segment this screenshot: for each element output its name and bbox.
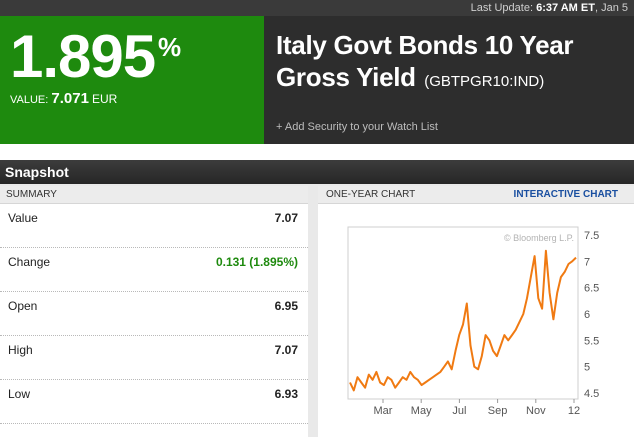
summary-row-change: Change 0.131 (1.895%) — [0, 248, 308, 292]
spacer — [0, 144, 634, 160]
security-title-line2: Gross Yield (GBTPGR10:IND) — [276, 62, 544, 93]
summary-row-high: High 7.07 — [0, 336, 308, 380]
summary-row-value-text: 0.131 (1.895%) — [215, 255, 298, 269]
y-tick-label: 7.5 — [584, 230, 599, 242]
summary-row-value: Value 7.07 — [0, 204, 308, 248]
summary-row-label: Low — [8, 387, 31, 401]
x-tick-label: May — [411, 405, 432, 417]
security-title-box: Italy Govt Bonds 10 Year Gross Yield (GB… — [264, 16, 634, 144]
security-ticker: (GBTPGR10:IND) — [424, 73, 545, 90]
summary-row-value-text: 6.93 — [274, 387, 298, 401]
summary-row-value-text: 6.95 — [274, 299, 298, 313]
summary-panel: SUMMARY Value 7.07 Change 0.131 (1.895%)… — [0, 186, 308, 437]
last-update-date: , Jan 5 — [594, 2, 628, 14]
interactive-chart-link[interactable]: INTERACTIVE CHART — [514, 186, 618, 204]
chart-watermark: © Bloomberg L.P. — [504, 233, 574, 243]
last-update-bar: Last Update: 6:37 AM ET, Jan 5 — [0, 0, 634, 16]
x-tick-label: 12 — [568, 405, 580, 417]
y-tick-label: 5.5 — [584, 335, 599, 347]
summary-row-value-text: 7.07 — [274, 211, 298, 225]
summary-header: SUMMARY — [0, 186, 308, 204]
summary-row-low: Low 6.93 — [0, 380, 308, 424]
last-update-time: 6:37 AM ET — [536, 2, 595, 14]
summary-row-label: Value — [8, 211, 38, 225]
last-update-label: Last Update: — [470, 2, 534, 14]
summary-row-value-text: 7.07 — [274, 343, 298, 357]
x-tick-label: Sep — [488, 405, 508, 417]
x-tick-label: Mar — [374, 405, 393, 417]
y-tick-label: 6.5 — [584, 283, 599, 295]
security-title-line2-text: Gross Yield — [276, 62, 416, 92]
add-to-watchlist-link[interactable]: + Add Security to your Watch List — [276, 121, 438, 133]
quote-percent-symbol: % — [158, 32, 182, 62]
x-tick-label: Jul — [452, 405, 466, 417]
quote-sub-value: VALUE: 7.071 EUR — [10, 90, 117, 107]
one-year-chart: © Bloomberg L.P. 7.5 7 6.5 6 5.5 5 4.5 Mar May J… — [347, 226, 599, 417]
chart-header: ONE-YEAR CHART INTERACTIVE CHART — [318, 186, 634, 204]
summary-row-label: Open — [8, 299, 38, 313]
quote-sub-number: 7.071 — [51, 90, 89, 107]
quote-sub-label: VALUE: — [10, 94, 49, 106]
snapshot-header: Snapshot — [0, 160, 634, 184]
quote-value: 1.895 — [10, 23, 156, 90]
x-tick-label: Nov — [526, 405, 546, 417]
chart-header-label: ONE-YEAR CHART — [326, 189, 416, 200]
summary-row-open: Open 6.95 — [0, 292, 308, 336]
y-tick-label: 5 — [584, 362, 590, 374]
security-title-line1: Italy Govt Bonds 10 Year — [276, 30, 574, 60]
chart-plot-area — [347, 226, 579, 400]
quote-currency: EUR — [91, 92, 118, 106]
page-root: Last Update: 6:37 AM ET, Jan 5 1.895 % V… — [0, 0, 634, 437]
summary-row-label: High — [8, 343, 33, 357]
y-tick-label: 6 — [584, 309, 590, 321]
y-tick-label: 7 — [584, 256, 590, 268]
one-year-chart-panel: ONE-YEAR CHART INTERACTIVE CHART © Bloom… — [318, 186, 634, 437]
y-tick-label: 4.5 — [584, 388, 599, 400]
quote-box: 1.895 % VALUE: 7.071 EUR — [0, 16, 264, 144]
summary-row-label: Change — [8, 255, 51, 269]
